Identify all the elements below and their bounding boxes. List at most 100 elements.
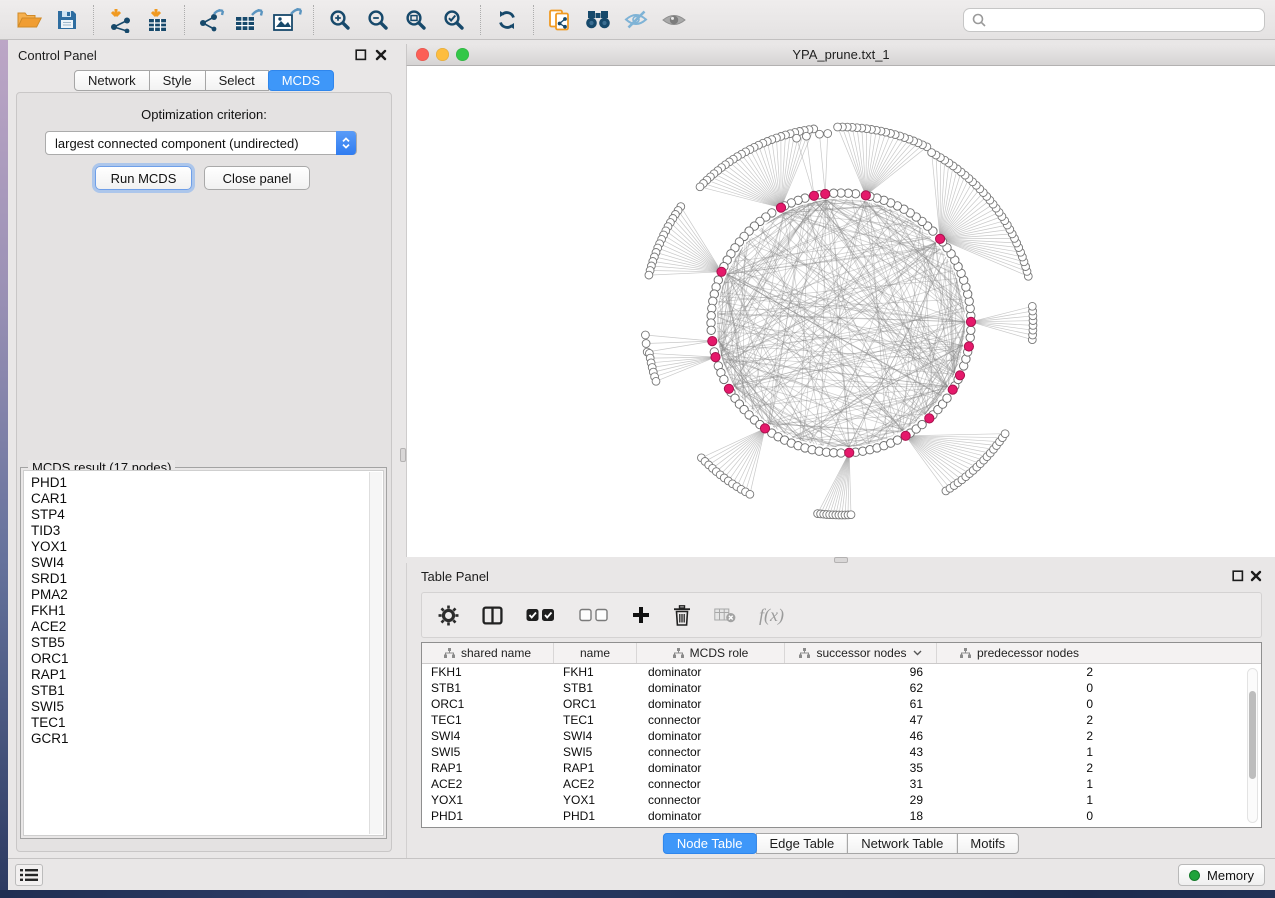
show-all-button[interactable]	[655, 3, 693, 37]
export-network-button[interactable]	[192, 3, 230, 37]
mcds-network-node[interactable]	[925, 414, 934, 423]
tab-network[interactable]: Network	[74, 70, 150, 91]
mcds-list-scrollbar[interactable]	[369, 472, 382, 834]
chevron-down-icon[interactable]	[913, 650, 922, 656]
refresh-button[interactable]	[488, 3, 526, 37]
network-node[interactable]	[652, 377, 660, 385]
mcds-network-node[interactable]	[711, 353, 720, 362]
mcds-network-node[interactable]	[717, 267, 726, 276]
column-header-successor-nodes[interactable]: successor nodes	[785, 643, 937, 663]
network-node[interactable]	[893, 436, 901, 444]
open-file-button[interactable]	[10, 3, 48, 37]
close-panel-button[interactable]: Close panel	[204, 166, 310, 190]
close-panel-icon[interactable]	[374, 48, 388, 62]
float-panel-icon[interactable]	[1231, 569, 1245, 583]
search-input[interactable]	[987, 11, 1257, 28]
network-node[interactable]	[1001, 430, 1009, 438]
table-row[interactable]: SWI4SWI4dominator462	[422, 728, 1261, 744]
first-neighbors-button[interactable]	[579, 3, 617, 37]
table-row[interactable]: TEC1TEC1connector472	[422, 712, 1261, 728]
hide-selected-button[interactable]	[617, 3, 655, 37]
tab-node-table[interactable]: Node Table	[663, 833, 757, 854]
mcds-network-node[interactable]	[821, 189, 830, 198]
mcds-network-node[interactable]	[809, 191, 818, 200]
table-options-button[interactable]	[438, 605, 459, 626]
mcds-network-node[interactable]	[845, 448, 854, 457]
table-row[interactable]: RAP1RAP1dominator352	[422, 760, 1261, 776]
export-image-button[interactable]	[268, 3, 306, 37]
network-node[interactable]	[696, 183, 704, 191]
mcds-network-node[interactable]	[861, 191, 870, 200]
network-node[interactable]	[642, 331, 650, 339]
mcds-network-node[interactable]	[948, 385, 957, 394]
network-node[interactable]	[645, 271, 653, 279]
zoom-selected-button[interactable]	[435, 3, 473, 37]
mcds-network-node[interactable]	[955, 371, 964, 380]
tab-network-table[interactable]: Network Table	[847, 833, 957, 854]
network-node[interactable]	[967, 326, 975, 334]
mcds-network-node[interactable]	[760, 424, 769, 433]
import-network-button[interactable]	[101, 3, 139, 37]
select-all-button[interactable]	[526, 608, 556, 622]
deselect-all-button[interactable]	[579, 608, 609, 622]
table-row[interactable]: ACE2ACE2connector311	[422, 776, 1261, 792]
zoom-fit-button[interactable]	[397, 3, 435, 37]
network-node[interactable]	[803, 132, 811, 140]
create-column-button[interactable]	[632, 606, 650, 624]
column-header-shared-name[interactable]: shared name	[422, 643, 554, 663]
network-node[interactable]	[824, 130, 832, 138]
run-mcds-button[interactable]: Run MCDS	[95, 166, 192, 190]
task-history-button[interactable]	[15, 864, 43, 886]
memory-button[interactable]: Memory	[1178, 864, 1265, 886]
tab-style[interactable]: Style	[149, 70, 206, 91]
table-row[interactable]: YOX1YOX1connector291	[422, 792, 1261, 808]
mcds-network-node[interactable]	[936, 234, 945, 243]
delete-columns-button[interactable]	[673, 605, 691, 626]
network-node[interactable]	[928, 149, 936, 157]
mcds-network-node[interactable]	[966, 317, 975, 326]
network-node[interactable]	[720, 375, 728, 383]
table-row[interactable]: SWI5SWI5connector431	[422, 744, 1261, 760]
network-node[interactable]	[816, 130, 824, 138]
network-node[interactable]	[847, 511, 855, 519]
network-node[interactable]	[1028, 302, 1036, 310]
tab-mcds[interactable]: MCDS	[268, 70, 334, 91]
tab-select[interactable]: Select	[205, 70, 269, 91]
copy-network-button[interactable]	[541, 3, 579, 37]
network-node[interactable]	[746, 490, 754, 498]
table-row[interactable]: STB1STB1dominator620	[422, 680, 1261, 696]
column-header-mcds-role[interactable]: MCDS role	[637, 643, 785, 663]
zoom-in-button[interactable]	[321, 3, 359, 37]
close-panel-icon[interactable]	[1249, 569, 1263, 583]
optimization-criterion-select[interactable]: largest connected component (undirected)	[45, 131, 357, 155]
network-node[interactable]	[943, 394, 951, 402]
network-node[interactable]	[707, 326, 715, 334]
float-panel-icon[interactable]	[354, 48, 368, 62]
toggle-columns-button[interactable]	[482, 606, 503, 625]
mcds-network-node[interactable]	[964, 342, 973, 351]
network-node[interactable]	[793, 134, 801, 142]
import-table-button[interactable]	[139, 3, 177, 37]
zoom-out-button[interactable]	[359, 3, 397, 37]
table-row[interactable]: ORC1ORC1dominator610	[422, 696, 1261, 712]
network-window-titlebar[interactable]: YPA_prune.txt_1	[406, 44, 1275, 66]
network-node[interactable]	[834, 123, 842, 131]
network-node[interactable]	[837, 449, 845, 457]
mcds-network-node[interactable]	[901, 431, 910, 440]
network-node[interactable]	[830, 189, 838, 197]
table-scrollbar[interactable]	[1247, 668, 1258, 823]
tab-edge-table[interactable]: Edge Table	[755, 833, 848, 854]
network-node[interactable]	[642, 340, 650, 348]
column-header-predecessor-nodes[interactable]: predecessor nodes	[937, 643, 1102, 663]
table-row[interactable]: PHD1PHD1dominator180	[422, 808, 1261, 824]
mcds-network-node[interactable]	[776, 203, 785, 212]
tab-motifs[interactable]: Motifs	[956, 833, 1019, 854]
mcds-network-node[interactable]	[708, 337, 717, 346]
save-session-button[interactable]	[48, 3, 86, 37]
table-row[interactable]: FKH1FKH1dominator962	[422, 664, 1261, 680]
mcds-network-node[interactable]	[724, 384, 733, 393]
network-canvas[interactable]	[406, 66, 1275, 557]
export-table-button[interactable]	[230, 3, 268, 37]
column-header-name[interactable]: name	[554, 643, 637, 663]
scrollbar-thumb[interactable]	[1249, 691, 1256, 779]
